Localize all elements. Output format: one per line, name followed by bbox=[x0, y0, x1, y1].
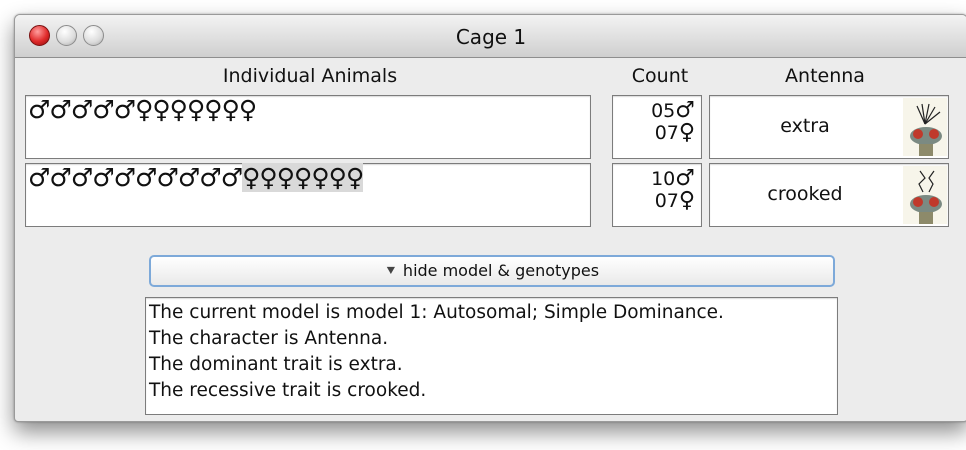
trait-cell-row-2[interactable]: crooked bbox=[709, 163, 949, 227]
hide-model-genotypes-button[interactable]: ⯆ hide model & genotypes bbox=[149, 255, 835, 287]
cage-window: Cage 1 Individual Animals Count Antenna … bbox=[14, 14, 966, 422]
header-antenna: Antenna bbox=[785, 65, 865, 87]
window-title: Cage 1 bbox=[455, 25, 527, 49]
animal-symbols[interactable]: ♂♂♂♂♂♂♂♂♂♂♀♀♀♀♀♀♀ bbox=[28, 163, 364, 192]
female-symbols[interactable]: ♀♀♀♀♀♀♀ bbox=[242, 163, 364, 192]
female-count-line: 07♀ bbox=[613, 120, 695, 145]
animals-row-2[interactable]: ♂♂♂♂♂♂♂♂♂♂♀♀♀♀♀♀♀ bbox=[25, 163, 591, 227]
animals-row-1[interactable]: ♂♂♂♂♂♀♀♀♀♀♀♀ bbox=[25, 95, 591, 159]
trait-label: extra bbox=[780, 115, 830, 137]
male-symbols[interactable]: ♂♂♂♂♂♂♂♂♂♂ bbox=[28, 163, 243, 192]
female-count: 07 bbox=[654, 122, 679, 144]
recessive-trait-line: The recessive trait is crooked. bbox=[149, 380, 427, 401]
male-count-line: 05♂ bbox=[613, 100, 695, 123]
double-chevron-down-icon: ⯆ bbox=[384, 262, 397, 280]
model-line: The current model is model 1: Autosomal;… bbox=[149, 302, 724, 323]
count-row-1: 05♂ 07♀ bbox=[612, 95, 702, 159]
toggle-label: hide model & genotypes bbox=[402, 261, 600, 280]
female-symbol-icon: ♀ bbox=[678, 120, 695, 145]
female-count-line: 07♀ bbox=[613, 188, 695, 213]
male-count: 05 bbox=[651, 100, 676, 122]
male-count: 10 bbox=[651, 168, 676, 190]
fly-extra-antenna-icon bbox=[903, 98, 947, 156]
count-row-2: 10♂ 07♀ bbox=[612, 163, 702, 227]
male-symbols[interactable]: ♂♂♂♂♂ bbox=[28, 95, 136, 124]
trait-label: crooked bbox=[767, 183, 843, 205]
character-line: The character is Antenna. bbox=[149, 328, 389, 349]
female-symbol-icon: ♀ bbox=[678, 188, 695, 213]
dominant-trait-line: The dominant trait is extra. bbox=[149, 354, 403, 375]
female-count: 07 bbox=[654, 190, 679, 212]
title-bar[interactable]: Cage 1 bbox=[15, 15, 966, 58]
header-individual-animals: Individual Animals bbox=[222, 65, 398, 87]
trait-cell-row-1[interactable]: extra bbox=[709, 95, 949, 159]
model-description-box[interactable]: The current model is model 1: Autosomal;… bbox=[145, 297, 838, 415]
male-count-line: 10♂ bbox=[613, 168, 695, 191]
female-symbols[interactable]: ♀♀♀♀♀♀♀ bbox=[135, 95, 257, 124]
fly-crooked-antenna-icon bbox=[903, 166, 947, 224]
animal-symbols[interactable]: ♂♂♂♂♂♀♀♀♀♀♀♀ bbox=[28, 95, 257, 124]
header-count: Count bbox=[631, 65, 689, 87]
